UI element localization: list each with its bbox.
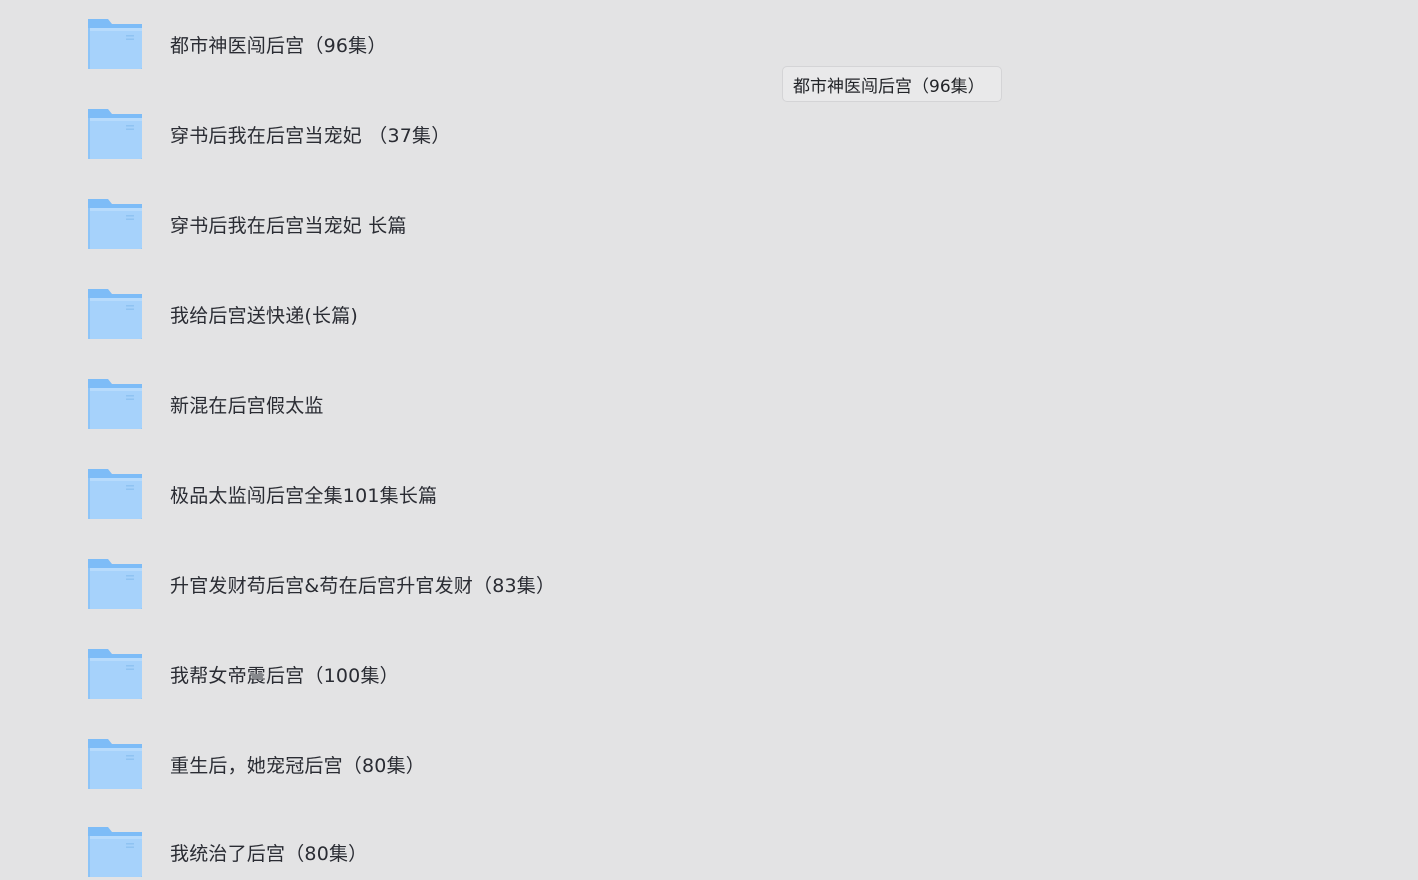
folder-row[interactable]: 重生后，她宠冠后宫（80集） [86, 736, 986, 792]
folder-row[interactable]: 我帮女帝震后宫（100集） [86, 646, 986, 702]
folder-name: 我帮女帝震后宫（100集） [170, 664, 399, 687]
folder-icon [88, 469, 142, 519]
tooltip-text: 都市神医闯后宫（96集） [793, 76, 985, 97]
folder-icon [88, 739, 142, 789]
folder-icon [88, 109, 142, 159]
folder-icon [88, 559, 142, 609]
folder-name: 穿书后我在后宫当宠妃 （37集） [170, 124, 451, 147]
filename-tooltip: 都市神医闯后宫（96集） [782, 66, 1002, 102]
folder-name: 我给后宫送快递(长篇) [170, 304, 359, 327]
folder-row[interactable]: 我给后宫送快递(长篇) [86, 286, 986, 342]
folder-name: 极品太监闯后宫全集101集长篇 [170, 484, 438, 507]
folder-row[interactable]: 新混在后宫假太监 [86, 376, 986, 432]
folder-icon [88, 827, 142, 877]
folder-row[interactable]: 极品太监闯后宫全集101集长篇 [86, 466, 986, 522]
folder-row[interactable]: 都市神医闯后宫（96集） [86, 16, 986, 72]
folder-icon [88, 649, 142, 699]
folder-icon [88, 199, 142, 249]
folder-icon [88, 379, 142, 429]
folder-row[interactable]: 穿书后我在后宫当宠妃 长篇 [86, 196, 986, 252]
folder-name: 穿书后我在后宫当宠妃 长篇 [170, 214, 407, 237]
folder-icon [88, 289, 142, 339]
folder-row[interactable]: 穿书后我在后宫当宠妃 （37集） [86, 106, 986, 162]
folder-name: 新混在后宫假太监 [170, 394, 324, 417]
folder-icon [88, 19, 142, 69]
folder-name: 都市神医闯后宫（96集） [170, 34, 387, 57]
folder-row[interactable]: 我统治了后宫（80集） [86, 824, 986, 880]
file-list: 都市神医闯后宫（96集） 穿书后我在后宫当宠妃 （37集） 穿书后我在后宫当宠妃… [0, 0, 1418, 880]
folder-name: 升官发财苟后宫&苟在后宫升官发财（83集） [170, 574, 556, 597]
folder-name: 我统治了后宫（80集） [170, 842, 368, 865]
folder-row[interactable]: 升官发财苟后宫&苟在后宫升官发财（83集） [86, 556, 986, 612]
folder-name: 重生后，她宠冠后宫（80集） [170, 754, 425, 777]
